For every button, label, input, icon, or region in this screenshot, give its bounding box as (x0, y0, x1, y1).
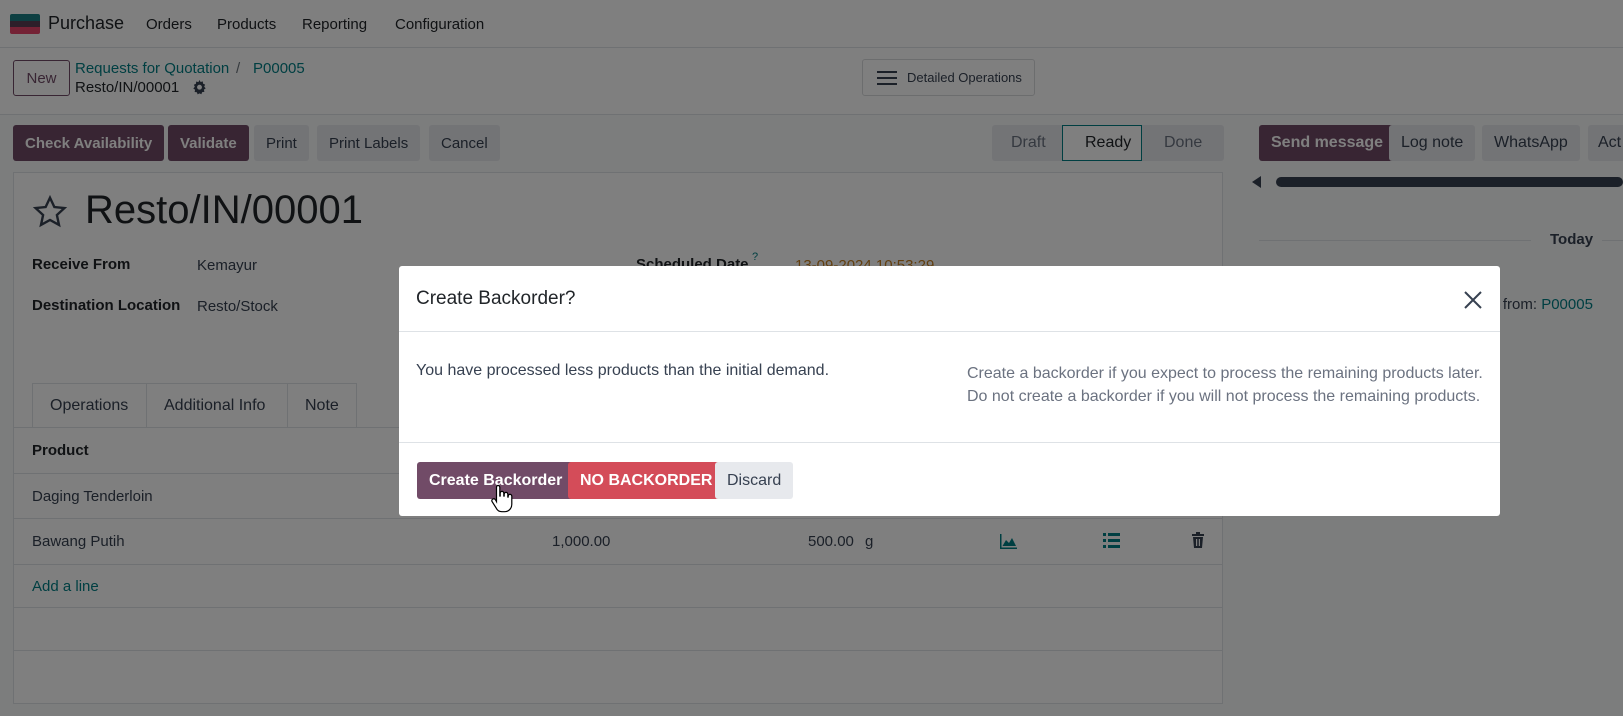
dialog-header-divider (399, 331, 1500, 332)
no-backorder-button[interactable]: NO BACKORDER (568, 462, 725, 499)
dialog-note-line-2: Do not create a backorder if you will no… (967, 388, 1481, 405)
discard-button[interactable]: Discard (715, 462, 794, 499)
dialog-note-line-1: Create a backorder if you expect to proc… (967, 365, 1483, 382)
dialog-footer-divider (399, 442, 1500, 443)
hand-cursor-icon (491, 484, 513, 513)
dialog-title: Create Backorder? (416, 288, 576, 309)
dialog-message: You have processed less products than th… (416, 362, 830, 379)
close-icon[interactable] (1463, 290, 1483, 310)
dialog-note: Create a backorder if you expect to proc… (967, 362, 1483, 408)
create-backorder-dialog: Create Backorder? You have processed les… (399, 266, 1500, 516)
